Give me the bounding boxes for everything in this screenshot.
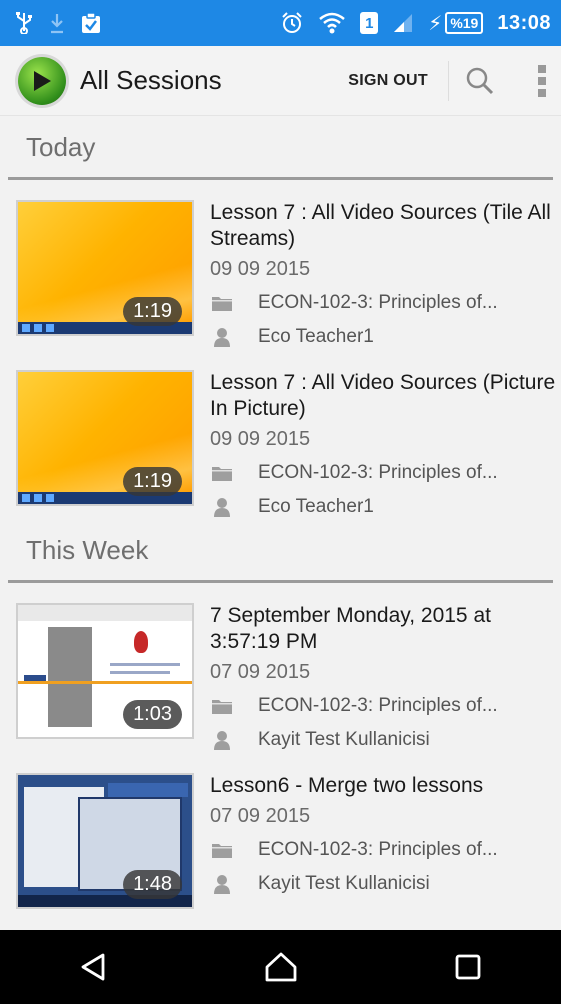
signal-icon bbox=[392, 12, 414, 34]
section-header-today: Today bbox=[26, 131, 96, 162]
session-title: Lesson 7 : All Video Sources (Tile All S… bbox=[210, 201, 551, 250]
session-info: Lesson6 - Merge two lessons 07 09 2015 E… bbox=[210, 773, 556, 896]
battery-level: %19 bbox=[445, 12, 484, 34]
duration-badge: 1:03 bbox=[123, 700, 182, 729]
status-bar: 1 ⚡ %19 13:08 bbox=[0, 0, 561, 46]
status-right: 1 ⚡ %19 13:08 bbox=[280, 11, 551, 36]
session-teacher: Kayit Test Kullanicisi bbox=[258, 873, 430, 894]
session-item[interactable]: 1:19 Lesson 7 : All Video Sources (Tile … bbox=[0, 180, 561, 350]
wifi-icon bbox=[318, 11, 346, 35]
battery-indicator: ⚡ %19 bbox=[428, 11, 484, 36]
person-icon bbox=[210, 874, 234, 894]
toolbar-divider bbox=[448, 60, 449, 101]
duration-badge: 1:19 bbox=[123, 467, 182, 496]
session-item[interactable]: 1:48 Lesson6 - Merge two lessons 07 09 2… bbox=[0, 753, 561, 923]
session-course: ECON-102-3: Principles of... bbox=[258, 462, 498, 483]
sim-slot-badge: 1 bbox=[360, 12, 379, 34]
sessions-list[interactable]: Today 1:19 Lesson 7 : All Video Sources … bbox=[0, 117, 561, 923]
person-icon bbox=[210, 730, 234, 750]
folder-icon bbox=[210, 464, 234, 482]
sign-out-button[interactable]: SIGN OUT bbox=[338, 64, 438, 98]
duration-badge: 1:19 bbox=[123, 297, 182, 326]
alarm-icon bbox=[280, 11, 304, 35]
status-time: 13:08 bbox=[497, 11, 551, 34]
person-icon bbox=[210, 497, 234, 517]
session-title: Lesson 7 : All Video Sources (Picture In… bbox=[210, 371, 556, 420]
folder-icon bbox=[210, 294, 234, 312]
clipboard-check-icon bbox=[80, 12, 102, 34]
status-left bbox=[14, 12, 102, 34]
session-teacher: Eco Teacher1 bbox=[258, 326, 374, 347]
session-course: ECON-102-3: Principles of... bbox=[258, 292, 498, 313]
folder-icon bbox=[210, 841, 234, 859]
back-icon[interactable] bbox=[64, 937, 124, 997]
app-toolbar: All Sessions SIGN OUT bbox=[0, 46, 561, 116]
recent-apps-icon[interactable] bbox=[438, 937, 498, 997]
session-item[interactable]: 1:03 7 September Monday, 2015 at 3:57:19… bbox=[0, 583, 561, 753]
session-info: Lesson 7 : All Video Sources (Picture In… bbox=[210, 370, 556, 519]
session-item[interactable]: 1:19 Lesson 7 : All Video Sources (Pictu… bbox=[0, 350, 561, 520]
app-logo-play-icon[interactable] bbox=[18, 56, 66, 105]
session-title: 7 September Monday, 2015 at 3:57:19 PM bbox=[210, 604, 491, 653]
system-nav-bar bbox=[0, 930, 561, 1004]
charging-icon: ⚡ bbox=[428, 12, 443, 35]
section-header-this-week: This Week bbox=[26, 534, 149, 565]
session-info: Lesson 7 : All Video Sources (Tile All S… bbox=[210, 200, 556, 349]
page-title: All Sessions bbox=[80, 65, 222, 95]
home-icon[interactable] bbox=[251, 937, 311, 997]
session-thumbnail[interactable]: 1:48 bbox=[16, 773, 194, 909]
download-icon bbox=[48, 12, 66, 34]
session-thumbnail[interactable]: 1:19 bbox=[16, 370, 194, 506]
session-teacher: Kayit Test Kullanicisi bbox=[258, 729, 430, 750]
session-date: 07 09 2015 bbox=[210, 661, 311, 683]
session-date: 09 09 2015 bbox=[210, 258, 311, 280]
session-thumbnail[interactable]: 1:19 bbox=[16, 200, 194, 336]
session-date: 07 09 2015 bbox=[210, 805, 311, 827]
session-date: 09 09 2015 bbox=[210, 428, 311, 450]
usb-icon bbox=[14, 12, 34, 34]
session-thumbnail[interactable]: 1:03 bbox=[16, 603, 194, 739]
folder-icon bbox=[210, 697, 234, 715]
duration-badge: 1:48 bbox=[123, 870, 182, 899]
session-info: 7 September Monday, 2015 at 3:57:19 PM 0… bbox=[210, 603, 556, 752]
overflow-menu-icon[interactable] bbox=[537, 64, 547, 98]
session-teacher: Eco Teacher1 bbox=[258, 496, 374, 517]
session-course: ECON-102-3: Principles of... bbox=[258, 695, 498, 716]
session-course: ECON-102-3: Principles of... bbox=[258, 839, 498, 860]
person-icon bbox=[210, 327, 234, 347]
search-icon[interactable] bbox=[465, 66, 495, 96]
session-title: Lesson6 - Merge two lessons bbox=[210, 774, 484, 797]
